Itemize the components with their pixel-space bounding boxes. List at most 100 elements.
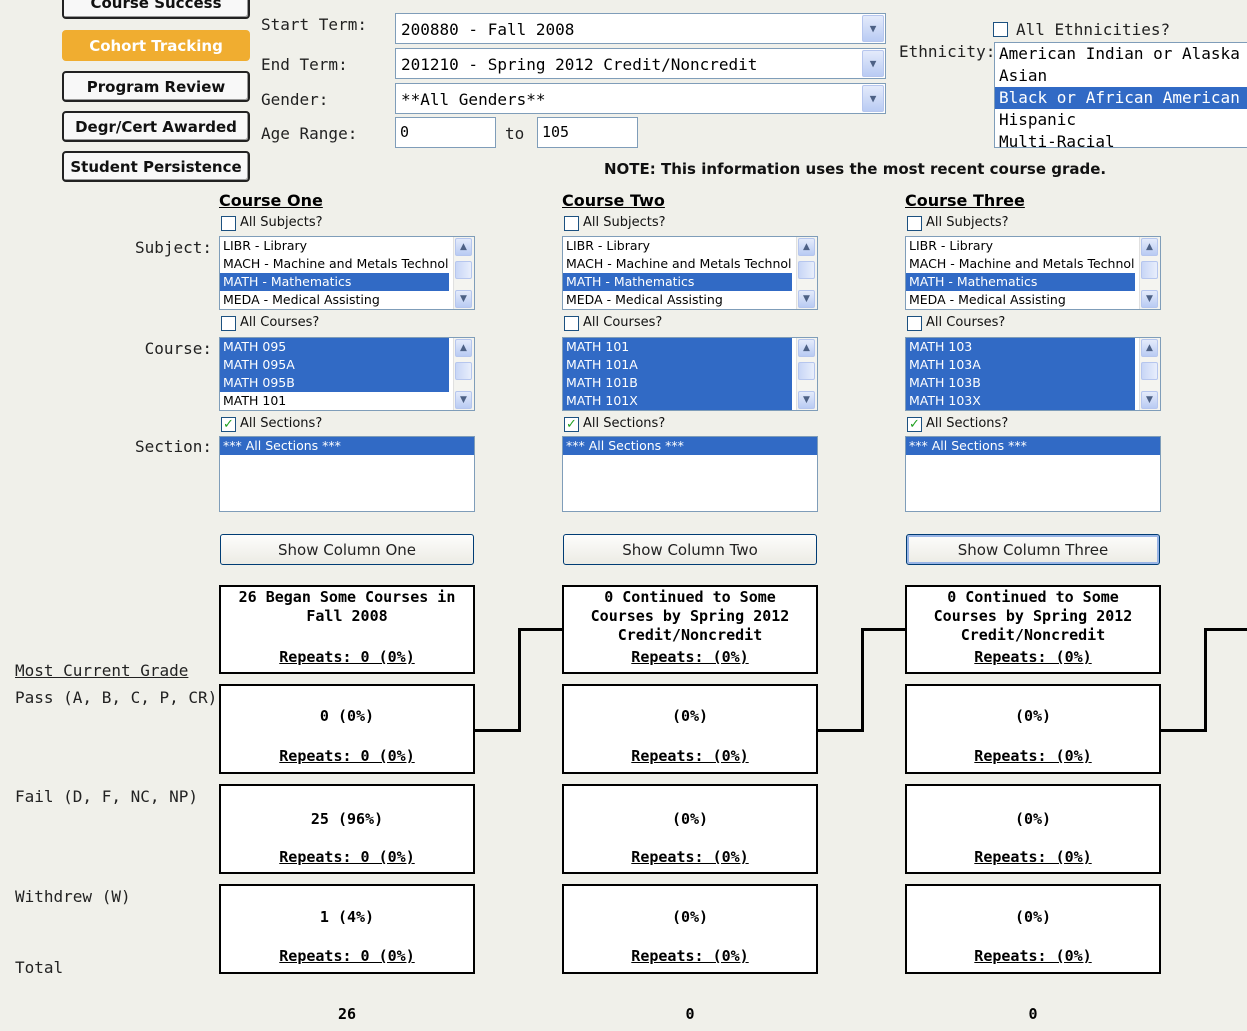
all-subjects-checkbox[interactable] bbox=[564, 216, 579, 231]
pass-repeats: Repeats: 0 (0%) bbox=[279, 747, 415, 765]
scrollbar[interactable]: ▲ ▼ bbox=[796, 338, 817, 410]
subject-option-selected[interactable]: MATH - Mathematics bbox=[906, 273, 1135, 291]
all-subjects-checkbox[interactable] bbox=[907, 216, 922, 231]
ethnicity-option[interactable]: Hispanic bbox=[995, 109, 1247, 131]
subject-option[interactable]: LIBR - Library bbox=[220, 237, 449, 255]
subject-option[interactable]: LIBR - Library bbox=[906, 237, 1135, 255]
start-term-label: Start Term: bbox=[261, 15, 367, 34]
all-sections-checkbox[interactable]: ✓ bbox=[564, 417, 579, 432]
all-subjects-checkbox[interactable] bbox=[221, 216, 236, 231]
ethnicity-option[interactable]: Multi-Racial bbox=[995, 131, 1247, 147]
all-courses-label: All Courses? bbox=[926, 315, 1006, 330]
all-ethnicities-checkbox[interactable] bbox=[993, 22, 1008, 37]
chevron-down-icon[interactable]: ▼ bbox=[862, 15, 884, 42]
ethnicity-option-selected[interactable]: Black or African American bbox=[995, 87, 1247, 109]
chevron-up-icon[interactable]: ▲ bbox=[455, 238, 472, 256]
subject-option[interactable]: MACH - Machine and Metals Technology bbox=[563, 255, 792, 273]
show-column-two-button[interactable]: Show Column Two bbox=[563, 534, 817, 565]
gender-select[interactable]: **All Genders** ▼ bbox=[395, 83, 886, 114]
all-sections-label: All Sections? bbox=[240, 416, 323, 431]
chevron-up-icon[interactable]: ▲ bbox=[798, 238, 815, 256]
course-option-selected[interactable]: MATH 101X bbox=[563, 392, 792, 410]
all-sections-checkbox[interactable]: ✓ bbox=[907, 417, 922, 432]
chevron-up-icon[interactable]: ▲ bbox=[455, 339, 472, 357]
scrollbar-thumb[interactable] bbox=[798, 362, 815, 380]
nav-cohort-tracking-button[interactable]: Cohort Tracking bbox=[62, 30, 250, 61]
all-courses-checkbox[interactable] bbox=[564, 316, 579, 331]
subject-option[interactable]: MACH - Machine and Metals Technology bbox=[220, 255, 449, 273]
scrollbar[interactable]: ▲ ▼ bbox=[796, 237, 817, 309]
subject-option[interactable]: MEDA - Medical Assisting bbox=[220, 291, 449, 309]
section-listbox[interactable]: *** All Sections *** bbox=[905, 436, 1161, 512]
ethnicity-option[interactable]: Asian bbox=[995, 65, 1247, 87]
chevron-up-icon[interactable]: ▲ bbox=[798, 339, 815, 357]
chevron-down-icon[interactable]: ▼ bbox=[862, 50, 884, 77]
subject-listbox[interactable]: LIBR - Library MACH - Machine and Metals… bbox=[562, 236, 818, 310]
show-column-one-button[interactable]: Show Column One bbox=[220, 534, 474, 565]
subject-option-selected[interactable]: MATH - Mathematics bbox=[220, 273, 449, 291]
chevron-down-icon[interactable]: ▼ bbox=[1141, 290, 1158, 308]
chevron-up-icon[interactable]: ▲ bbox=[1141, 238, 1158, 256]
course-option-selected[interactable]: MATH 103X bbox=[906, 392, 1135, 410]
subject-listbox[interactable]: LIBR - Library MACH - Machine and Metals… bbox=[905, 236, 1161, 310]
scrollbar-thumb[interactable] bbox=[455, 261, 472, 279]
subject-option[interactable]: MEDA - Medical Assisting bbox=[563, 291, 792, 309]
scrollbar-thumb[interactable] bbox=[1141, 261, 1158, 279]
ethnicity-listbox[interactable]: American Indian or Alaska Native Asian B… bbox=[994, 42, 1247, 148]
section-option-selected[interactable]: *** All Sections *** bbox=[563, 437, 817, 455]
course-listbox[interactable]: MATH 101 MATH 101A MATH 101B MATH 101X ▲… bbox=[562, 337, 818, 411]
chevron-down-icon[interactable]: ▼ bbox=[798, 290, 815, 308]
ethnicity-option[interactable]: American Indian or Alaska Native bbox=[995, 43, 1247, 65]
chevron-down-icon[interactable]: ▼ bbox=[798, 391, 815, 409]
chevron-down-icon[interactable]: ▼ bbox=[1141, 391, 1158, 409]
course-option-selected[interactable]: MATH 095A bbox=[220, 356, 449, 374]
course-option-selected[interactable]: MATH 095B bbox=[220, 374, 449, 392]
subject-option[interactable]: MEDA - Medical Assisting bbox=[906, 291, 1135, 309]
subject-option[interactable]: MACH - Machine and Metals Technology bbox=[906, 255, 1135, 273]
nav-program-review-button[interactable]: Program Review bbox=[62, 71, 250, 102]
fail-repeats: Repeats: (0%) bbox=[631, 848, 749, 866]
course-option-selected[interactable]: MATH 103B bbox=[906, 374, 1135, 392]
all-sections-checkbox[interactable]: ✓ bbox=[221, 417, 236, 432]
scrollbar[interactable]: ▲ ▼ bbox=[453, 237, 474, 309]
nav-course-success-button[interactable]: Course Success bbox=[62, 0, 250, 19]
course-listbox[interactable]: MATH 103 MATH 103A MATH 103B MATH 103X ▲… bbox=[905, 337, 1161, 411]
chevron-down-icon[interactable]: ▼ bbox=[455, 391, 472, 409]
nav-student-persistence-button[interactable]: Student Persistence bbox=[62, 151, 250, 182]
age-from-input[interactable]: 0 bbox=[395, 117, 496, 148]
start-term-select[interactable]: 200880 - Fall 2008 ▼ bbox=[395, 13, 886, 44]
scrollbar-thumb[interactable] bbox=[798, 261, 815, 279]
course-option-selected[interactable]: MATH 101B bbox=[563, 374, 792, 392]
course-option-selected[interactable]: MATH 095 bbox=[220, 338, 449, 356]
section-option-selected[interactable]: *** All Sections *** bbox=[906, 437, 1160, 455]
all-courses-checkbox[interactable] bbox=[907, 316, 922, 331]
end-term-select[interactable]: 201210 - Spring 2012 Credit/Noncredit ▼ bbox=[395, 48, 886, 79]
section-option-selected[interactable]: *** All Sections *** bbox=[220, 437, 474, 455]
show-column-three-button[interactable]: Show Column Three bbox=[906, 534, 1160, 565]
scrollbar[interactable]: ▲ ▼ bbox=[1139, 237, 1160, 309]
subject-option-selected[interactable]: MATH - Mathematics bbox=[563, 273, 792, 291]
section-listbox[interactable]: *** All Sections *** bbox=[219, 436, 475, 512]
chevron-up-icon[interactable]: ▲ bbox=[1141, 339, 1158, 357]
scrollbar-thumb[interactable] bbox=[1141, 362, 1158, 380]
all-sections-label: All Sections? bbox=[926, 416, 1009, 431]
scrollbar[interactable]: ▲ ▼ bbox=[453, 338, 474, 410]
age-to-input[interactable]: 105 bbox=[537, 117, 638, 148]
section-listbox[interactable]: *** All Sections *** bbox=[562, 436, 818, 512]
subject-option[interactable]: LIBR - Library bbox=[563, 237, 792, 255]
chevron-down-icon[interactable]: ▼ bbox=[455, 290, 472, 308]
scrollbar[interactable]: ▲ ▼ bbox=[1139, 338, 1160, 410]
scrollbar-thumb[interactable] bbox=[455, 362, 472, 380]
course-option-selected[interactable]: MATH 101 bbox=[563, 338, 792, 356]
chevron-down-icon[interactable]: ▼ bbox=[862, 85, 884, 112]
all-courses-checkbox[interactable] bbox=[221, 316, 236, 331]
column-header: Course One bbox=[219, 191, 323, 210]
subject-listbox[interactable]: LIBR - Library MACH - Machine and Metals… bbox=[219, 236, 475, 310]
course-option-selected[interactable]: MATH 103A bbox=[906, 356, 1135, 374]
course-option-selected[interactable]: MATH 101A bbox=[563, 356, 792, 374]
course-option-selected[interactable]: MATH 103 bbox=[906, 338, 1135, 356]
course-option[interactable]: MATH 101 bbox=[220, 392, 449, 410]
nav-degr-cert-awarded-button[interactable]: Degr/Cert Awarded bbox=[62, 111, 250, 142]
total-count: 0 bbox=[685, 1005, 695, 1023]
course-listbox[interactable]: MATH 095 MATH 095A MATH 095B MATH 101 ▲ … bbox=[219, 337, 475, 411]
